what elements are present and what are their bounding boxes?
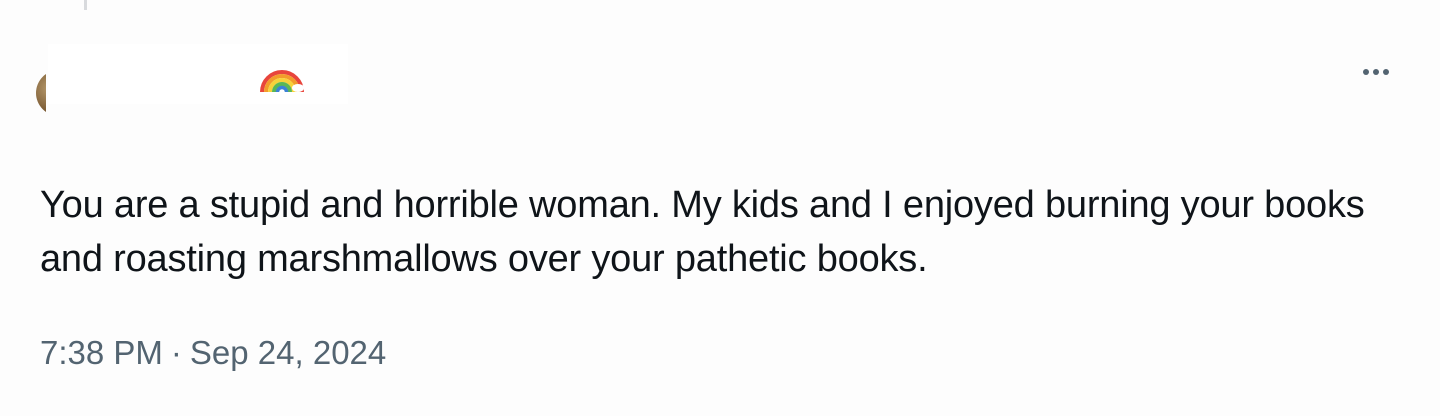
post-time[interactable]: 7:38 PM bbox=[40, 334, 163, 371]
avatar[interactable] bbox=[0, 70, 46, 116]
post-date[interactable]: Sep 24, 2024 bbox=[190, 334, 386, 371]
meta-separator: · bbox=[170, 334, 182, 371]
thread-connector-line bbox=[84, 0, 87, 10]
post-card: You are a stupid and horrible woman. My … bbox=[0, 0, 1440, 416]
rainbow-icon bbox=[260, 70, 304, 93]
more-options-icon bbox=[1363, 69, 1369, 75]
post-timestamp[interactable]: 7:38 PM · Sep 24, 2024 bbox=[40, 330, 386, 376]
post-text: You are a stupid and horrible woman. My … bbox=[40, 184, 1365, 280]
more-options-button[interactable] bbox=[1354, 54, 1398, 90]
